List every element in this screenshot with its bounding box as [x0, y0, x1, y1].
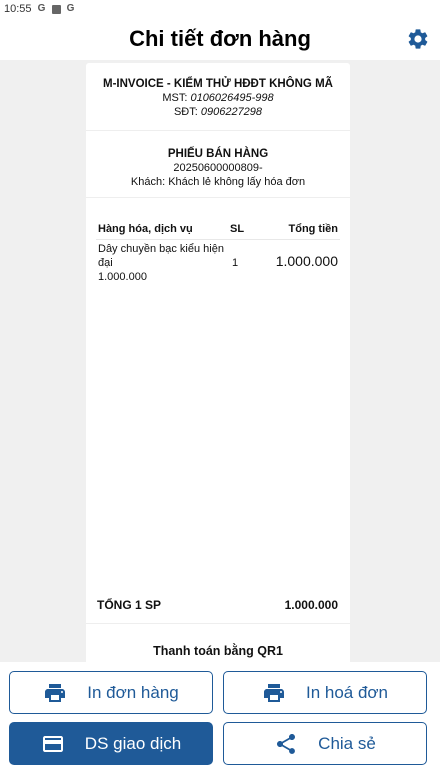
company-name: M-INVOICE - KIỂM THỬ HĐĐT KHÔNG MÃ [103, 78, 333, 90]
item-total: 1.000.000 [275, 253, 338, 269]
credit-card-icon [41, 732, 65, 756]
printer-icon [43, 681, 67, 705]
action-bar: In đơn hàng In hoá đơn DS giao dịch Chia… [0, 662, 440, 779]
notification-icon [51, 4, 61, 14]
print-order-button[interactable]: In đơn hàng [9, 671, 213, 714]
tax-code: MST: 0106026495-998 [162, 92, 274, 104]
printer-icon [262, 681, 286, 705]
google-icon: G [66, 3, 75, 14]
app-bar: Chi tiết đơn hàng [0, 18, 440, 60]
phone-number: SĐT: 0906227298 [173, 106, 263, 118]
page-title: Chi tiết đơn hàng [129, 26, 311, 51]
share-label: Chia sẻ [318, 733, 376, 753]
gear-icon [408, 29, 428, 49]
content-area[interactable]: M-INVOICE - KIỂM THỬ HĐĐT KHÔNG MÃ MST: … [0, 60, 440, 665]
item-qty: 1 [232, 257, 239, 269]
column-header-total: Tổng tiền [288, 223, 339, 235]
transactions-button[interactable]: DS giao dịch [9, 722, 213, 765]
divider [86, 197, 350, 198]
payment-method: Thanh toán bằng QR1 [153, 644, 283, 658]
settings-button[interactable] [404, 25, 432, 53]
column-header-item: Hàng hóa, dịch vụ [98, 223, 193, 235]
item-name: Dây chuyền bạc kiểu hiện đại 1.000.000 [98, 242, 238, 284]
divider [86, 130, 350, 131]
print-order-label: In đơn hàng [87, 682, 179, 702]
document-number: 20250600000809- [173, 162, 263, 174]
item-unit-price: 1.000.000 [98, 271, 147, 283]
summary-value: 1.000.000 [284, 598, 338, 612]
share-icon [274, 732, 298, 756]
customer-name: Khách: Khách lẻ không lấy hóa đơn [130, 176, 306, 188]
summary-label: TỔNG 1 SP [97, 598, 162, 612]
print-invoice-button[interactable]: In hoá đơn [223, 671, 427, 714]
share-button[interactable]: Chia sẻ [223, 722, 427, 765]
document-info: PHIẾU BÁN HÀNG 20250600000809- Khách: Kh… [86, 147, 350, 189]
header-divider [96, 239, 340, 240]
status-bar: 10:55 G G [0, 0, 440, 18]
transactions-label: DS giao dịch [84, 733, 182, 753]
divider [86, 623, 350, 624]
receipt-card: M-INVOICE - KIỂM THỬ HĐĐT KHÔNG MÃ MST: … [86, 63, 350, 665]
print-invoice-label: In hoá đơn [305, 682, 389, 702]
status-time: 10:55 [4, 3, 32, 15]
google-icon: G [37, 3, 46, 14]
company-info: M-INVOICE - KIỂM THỬ HĐĐT KHÔNG MÃ MST: … [86, 77, 350, 119]
document-title: PHIẾU BÁN HÀNG [167, 148, 269, 160]
column-header-qty: SL [230, 223, 245, 235]
